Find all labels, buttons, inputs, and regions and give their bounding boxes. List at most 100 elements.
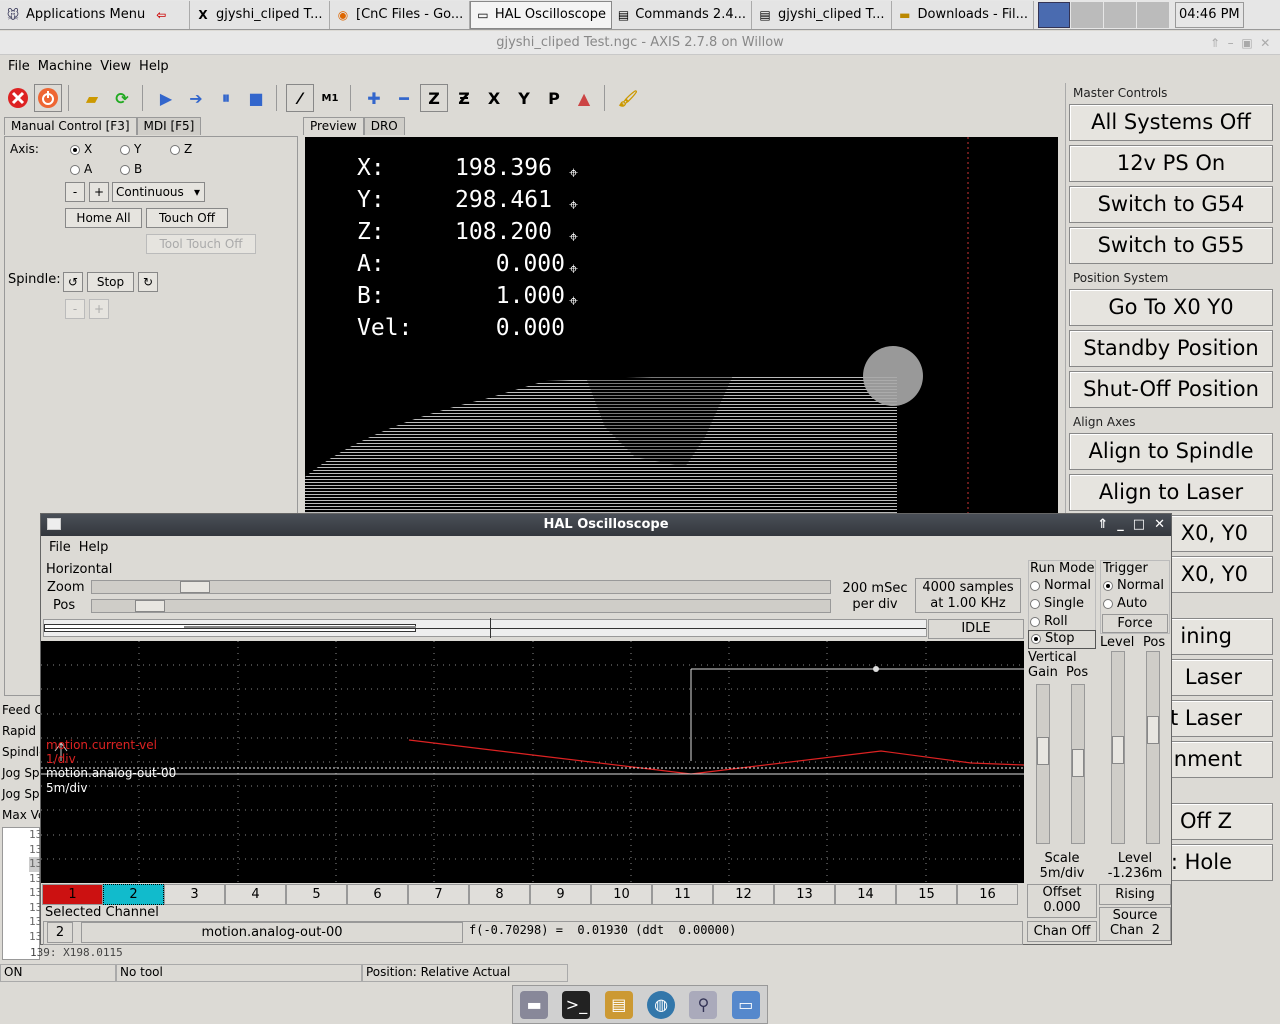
tool-touch-off-button[interactable]: Tool Touch Off [146, 234, 256, 254]
channel-button-5[interactable]: 5 [286, 884, 347, 905]
switch-g54-button[interactable]: Switch to G54 [1069, 186, 1273, 223]
axis-radio-z[interactable]: Z [170, 142, 192, 156]
axis-radio-x[interactable]: X [70, 142, 92, 156]
record-position-bar[interactable] [43, 618, 927, 638]
task-hal-oscilloscope[interactable]: ▭ HAL Oscilloscope [470, 0, 612, 29]
tab-dro[interactable]: DRO [363, 117, 405, 135]
search-icon[interactable]: ⚲ [689, 990, 718, 1019]
home-all-button[interactable]: Home All [65, 208, 142, 228]
task-axis[interactable]: X gjyshi_cliped T... [190, 0, 330, 29]
pause-icon[interactable]: ⏸ [212, 84, 240, 112]
preview-canvas[interactable]: X: 198.396 Y: 298.461 Z: 108.200 A: 0.00… [305, 137, 1058, 517]
run-icon[interactable]: ▶ [152, 84, 180, 112]
align-to-laser-button[interactable]: Align to Laser [1069, 474, 1273, 511]
trigger-source-button[interactable]: Source Chan 2 [1099, 907, 1171, 941]
trigger-edge-button[interactable]: Rising [1099, 884, 1171, 905]
axis-radio-a[interactable]: A [70, 162, 92, 176]
axis-window-controls[interactable]: ⇑ – ▣ ✕ [1210, 36, 1270, 50]
trigger-pos-slider[interactable] [1146, 651, 1160, 844]
trigger-level-slider[interactable] [1111, 651, 1125, 844]
block-delete-icon[interactable]: ⁄ [286, 84, 314, 112]
gain-slider[interactable] [1036, 684, 1050, 844]
power-icon[interactable] [34, 84, 62, 112]
gain-slider-knob[interactable] [1037, 737, 1049, 765]
gcode-listing[interactable]: 13 13 13 13 13 13 13 13 [2, 827, 42, 960]
tab-preview[interactable]: Preview [303, 117, 364, 135]
scope-titlebar[interactable]: HAL Oscilloscope ⇑ _ □ ✕ [41, 514, 1171, 536]
workspace-switcher[interactable] [1038, 1, 1169, 28]
run-stop-radio[interactable]: Stop [1028, 630, 1096, 649]
go-to-x0y0-button[interactable]: Go To X0 Y0 [1069, 289, 1273, 326]
spindle-stop-button[interactable]: Stop [87, 272, 134, 292]
spindle-slower-button[interactable]: - [65, 299, 85, 319]
run-normal-radio[interactable]: Normal [1030, 578, 1091, 593]
spindle-faster-button[interactable]: + [89, 299, 109, 319]
workspace-1[interactable] [1038, 1, 1070, 28]
zoom-slider-knob[interactable] [180, 581, 210, 593]
optional-stop-icon[interactable]: M1 [316, 84, 344, 112]
jog-minus-button[interactable]: - [65, 182, 85, 202]
channel-button-10[interactable]: 10 [591, 884, 652, 905]
channel-button-9[interactable]: 9 [530, 884, 591, 905]
all-systems-off-button[interactable]: All Systems Off [1069, 104, 1273, 141]
window-menu-icon[interactable] [47, 518, 61, 530]
channel-button-6[interactable]: 6 [347, 884, 408, 905]
reload-icon[interactable]: ⟳ [108, 84, 136, 112]
file-manager-icon[interactable]: ▤ [604, 990, 633, 1019]
pos-slider-knob[interactable] [135, 600, 165, 612]
trigger-pos-slider-knob[interactable] [1147, 716, 1159, 744]
view-z2-icon[interactable]: Ƶ [450, 84, 478, 112]
jog-plus-button[interactable]: + [89, 182, 109, 202]
workspace-4[interactable] [1137, 1, 1169, 28]
channel-button-11[interactable]: 11 [652, 884, 713, 905]
workspace-3[interactable] [1104, 1, 1136, 28]
run-roll-radio[interactable]: Roll [1030, 614, 1068, 629]
scope-menu-file[interactable]: File [45, 540, 75, 555]
zoom-in-icon[interactable]: ✚ [360, 84, 388, 112]
scope-window-controls[interactable]: ⇑ _ □ ✕ [1097, 514, 1165, 536]
task-axis-2[interactable]: ▤ gjyshi_cliped T... [752, 0, 892, 29]
tab-manual-control[interactable]: Manual Control [F3] [4, 117, 137, 135]
channel-button-3[interactable]: 3 [164, 884, 225, 905]
channel-button-14[interactable]: 14 [835, 884, 896, 905]
task-commands[interactable]: ▤ Commands 2.4... [612, 0, 752, 29]
stop-icon[interactable]: ■ [242, 84, 270, 112]
axis-radio-y[interactable]: Y [120, 142, 141, 156]
zoom-out-icon[interactable]: ━ [390, 84, 418, 112]
clock[interactable]: 04:46 PM [1175, 1, 1244, 28]
spindle-cw-icon[interactable]: ↻ [138, 272, 158, 292]
show-desktop-icon[interactable]: ▬ [520, 990, 549, 1019]
channel-button-4[interactable]: 4 [225, 884, 286, 905]
shut-off-position-button[interactable]: Shut-Off Position [1069, 371, 1273, 408]
channel-button-15[interactable]: 15 [896, 884, 957, 905]
align-to-spindle-button[interactable]: Align to Spindle [1069, 433, 1273, 470]
clear-backplot-icon[interactable]: 🖌 [614, 84, 642, 112]
trigger-level-slider-knob[interactable] [1112, 736, 1124, 764]
menu-machine[interactable]: Machine [34, 59, 96, 74]
estop-icon[interactable] [4, 84, 32, 112]
jog-mode-select[interactable]: Continuous ▾ [112, 182, 205, 202]
run-single-radio[interactable]: Single [1030, 596, 1084, 611]
selected-channel-number[interactable]: 2 [47, 922, 73, 943]
channel-button-13[interactable]: 13 [774, 884, 835, 905]
menu-help[interactable]: Help [135, 59, 173, 74]
task-browser[interactable]: ◉ [CnC Files - Go... [330, 0, 470, 29]
channel-button-1[interactable]: 1 [42, 884, 103, 905]
open-folder-icon[interactable]: ▰ [78, 84, 106, 112]
channel-button-16[interactable]: 16 [957, 884, 1018, 905]
spindle-ccw-icon[interactable]: ↺ [63, 272, 83, 292]
zoom-slider[interactable] [91, 580, 831, 594]
task-downloads[interactable]: ▬ Downloads - Fil... [892, 0, 1034, 29]
rotate-icon[interactable]: ▲ [570, 84, 598, 112]
web-browser-icon[interactable]: ◍ [647, 990, 676, 1019]
trigger-auto-radio[interactable]: Auto [1103, 596, 1147, 611]
offset-button[interactable]: Offset 0.000 [1027, 884, 1097, 918]
touch-off-button[interactable]: Touch Off [146, 208, 228, 228]
tab-mdi[interactable]: MDI [F5] [136, 117, 202, 135]
switch-g55-button[interactable]: Switch to G55 [1069, 227, 1273, 264]
standby-position-button[interactable]: Standby Position [1069, 330, 1273, 367]
force-button[interactable]: Force [1102, 614, 1168, 633]
workspace-2[interactable] [1071, 1, 1103, 28]
terminal-icon[interactable]: >_ [562, 990, 591, 1019]
12v-ps-on-button[interactable]: 12v PS On [1069, 145, 1273, 182]
